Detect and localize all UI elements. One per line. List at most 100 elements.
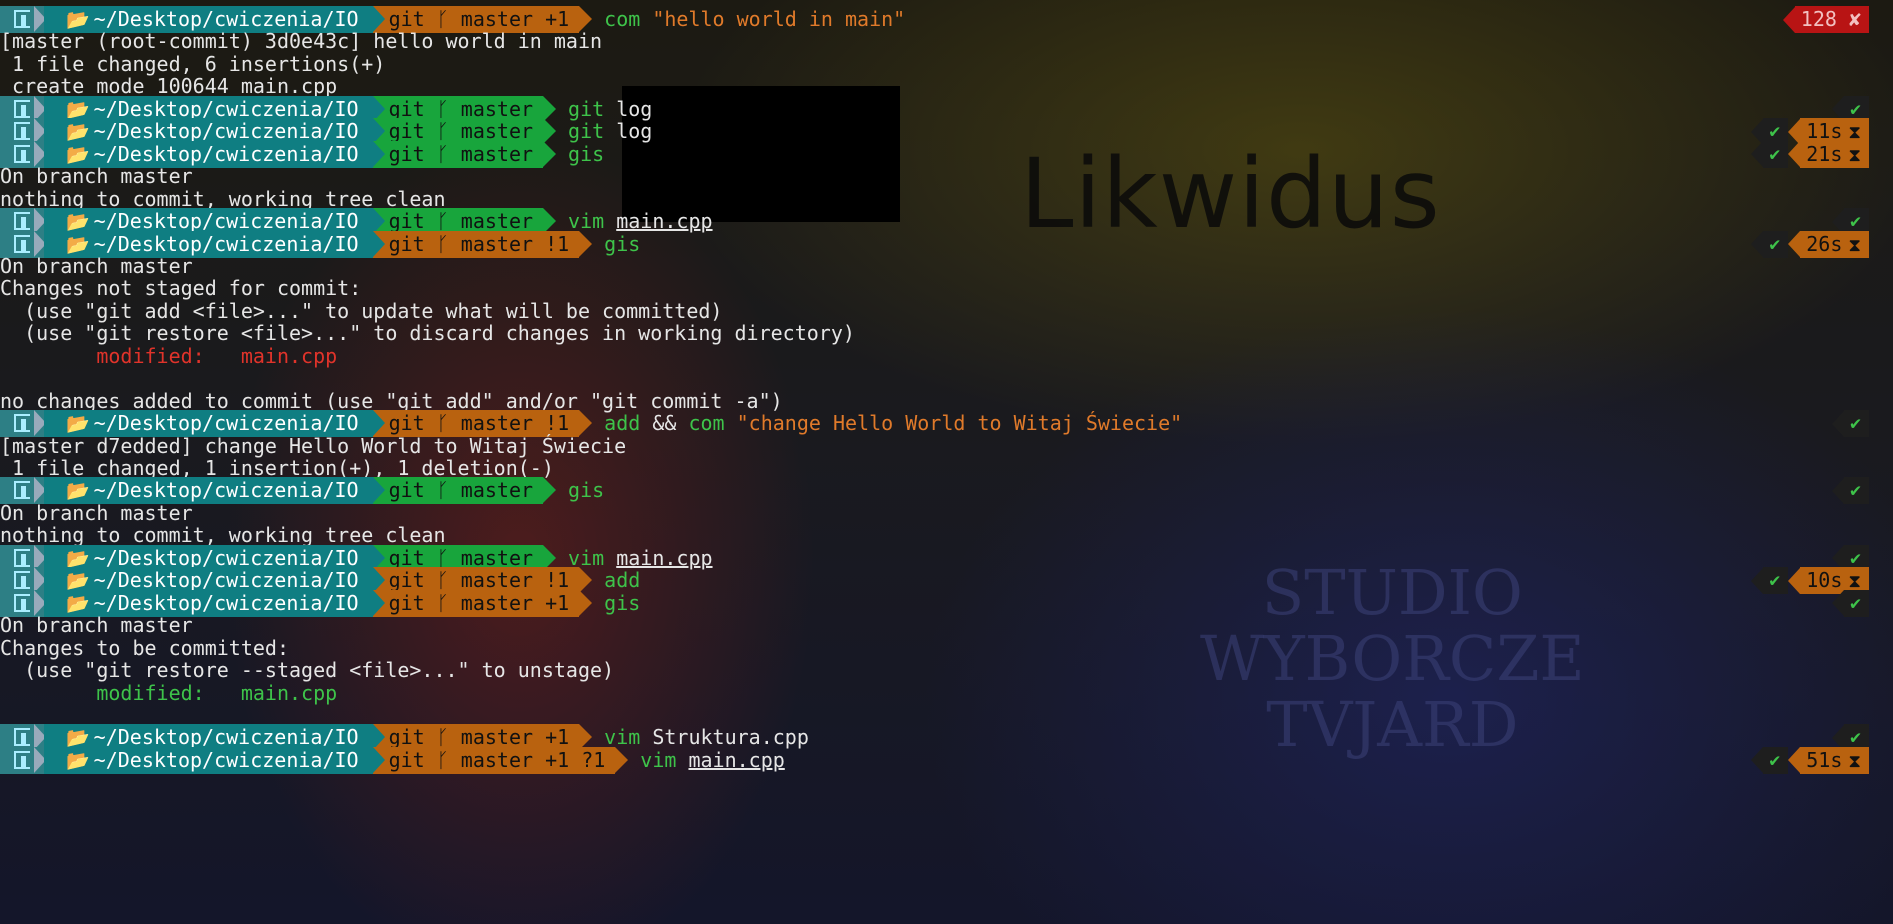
path-text: ~/Desktop/cwiczenia/IO	[93, 478, 359, 503]
branch-name: master +1	[460, 7, 570, 31]
manjaro-icon	[14, 234, 30, 253]
path-text: ~/Desktop/cwiczenia/IO	[93, 590, 359, 615]
manjaro-icon	[14, 144, 30, 163]
branch-name: master	[460, 119, 534, 144]
command-token: com	[688, 411, 737, 436]
command-token: vim	[604, 725, 653, 750]
command-token: "change Hello World to Witaj Świecie"	[736, 411, 1183, 436]
manjaro-icon	[14, 548, 30, 567]
command-token: add	[604, 411, 653, 436]
command-token: vim	[568, 545, 617, 570]
git-label: git	[388, 411, 425, 436]
output-text: On branch master	[0, 613, 193, 638]
terminal-output[interactable]: 📂 ~/Desktop/cwiczenia/IO git ᚴ master +1 co…	[0, 0, 1893, 924]
output-text: nothing to commit, working tree clean	[0, 186, 446, 211]
hourglass-icon: ⧗	[1848, 750, 1861, 772]
output-text: [master (root-commit) 3d0e43c] hello wor…	[0, 29, 603, 54]
git-label: git	[388, 747, 425, 772]
duration-text: 51s	[1806, 747, 1843, 772]
prompt-arrow	[615, 746, 629, 773]
path-text: ~/Desktop/cwiczenia/IO	[93, 545, 359, 570]
prompt-path: 📂 ~/Desktop/cwiczenia/IO	[44, 746, 373, 774]
duration-text: 10s	[1806, 568, 1843, 593]
git-status: git ᚴ master +1 ?1	[372, 746, 616, 774]
command-token: com	[604, 7, 653, 31]
command-token: &&	[652, 411, 689, 436]
command-token: git	[568, 96, 617, 121]
command-token: add	[604, 568, 641, 593]
path-text: ~/Desktop/cwiczenia/IO	[93, 7, 359, 31]
output-text: On branch master	[0, 164, 193, 189]
branch-name: master	[460, 141, 534, 166]
output-text: Changes to be committed:	[0, 635, 289, 660]
branch-icon: ᚴ	[424, 96, 461, 121]
git-label: git	[388, 231, 425, 256]
branch-name: master +1 ?1	[460, 747, 606, 772]
command-token: vim	[640, 747, 689, 772]
path-text: ~/Desktop/cwiczenia/IO	[93, 119, 359, 144]
path-text: ~/Desktop/cwiczenia/IO	[93, 96, 359, 121]
git-label: git	[388, 545, 425, 570]
output-text: 1 file changed, 1 insertion(+), 1 deleti…	[0, 456, 554, 480]
manjaro-icon	[14, 212, 30, 231]
branch-icon: ᚴ	[424, 545, 461, 570]
branch-icon: ᚴ	[424, 119, 461, 144]
output-text: modified: main.cpp	[0, 680, 338, 705]
path-text: ~/Desktop/cwiczenia/IO	[93, 209, 359, 234]
git-label: git	[388, 478, 425, 503]
output-text: (use "git restore <file>..." to discard …	[0, 321, 855, 346]
command-token: main.cpp	[688, 747, 785, 772]
manjaro-icon	[14, 99, 30, 118]
command-token: git	[568, 119, 617, 144]
path-text: ~/Desktop/cwiczenia/IO	[93, 141, 359, 166]
output-text: (use "git restore --staged <file>..." to…	[0, 658, 615, 683]
command-token: main.cpp	[616, 209, 713, 234]
branch-icon: ᚴ	[424, 590, 461, 615]
branch-name: master	[460, 209, 534, 234]
branch-name: master +1	[460, 725, 570, 750]
output-text: nothing to commit, working tree clean	[0, 523, 446, 548]
manjaro-icon	[14, 122, 30, 141]
output-text: On branch master	[0, 500, 193, 525]
manjaro-icon	[14, 571, 30, 590]
status-separator	[1751, 747, 1764, 774]
check-icon: ✔	[1763, 746, 1789, 774]
branch-icon: ᚴ	[424, 7, 461, 31]
duration-text: 26s	[1806, 231, 1843, 256]
branch-name: master +1	[460, 590, 570, 615]
git-label: git	[388, 7, 425, 31]
branch-icon: ᚴ	[424, 725, 461, 750]
git-label: git	[388, 119, 425, 144]
duration-badge: 51s ⧗	[1800, 746, 1869, 774]
branch-name: master !1	[460, 411, 570, 436]
output-text: [master d7edded] change Hello World to W…	[0, 433, 627, 458]
command-token: gis	[568, 478, 605, 503]
command-token: Struktura.cpp	[652, 725, 809, 750]
branch-name: master !1	[460, 568, 570, 593]
time-separator	[1788, 747, 1801, 774]
manjaro-icon	[14, 728, 30, 747]
command-token: log	[616, 119, 653, 144]
branch-name: master	[460, 545, 534, 570]
command-token: gis	[604, 590, 641, 615]
branch-icon: ᚴ	[424, 478, 461, 503]
output-text: create mode 100644 main.cpp	[0, 74, 338, 99]
duration-text: 21s	[1806, 141, 1843, 166]
output-text: On branch master	[0, 253, 193, 278]
command-token: gis	[568, 141, 605, 166]
manjaro-icon	[14, 414, 30, 433]
git-label: git	[388, 96, 425, 121]
command-token: main.cpp	[616, 545, 713, 570]
path-text: ~/Desktop/cwiczenia/IO	[93, 231, 359, 256]
git-label: git	[388, 209, 425, 234]
manjaro-icon	[14, 10, 30, 28]
os-logo-icon	[0, 746, 46, 774]
branch-icon: ᚴ	[424, 568, 461, 593]
branch-icon: ᚴ	[424, 141, 461, 166]
branch-name: master	[460, 478, 534, 503]
branch-icon: ᚴ	[424, 231, 461, 256]
path-text: ~/Desktop/cwiczenia/IO	[93, 411, 359, 436]
git-label: git	[388, 568, 425, 593]
output-text: 1 file changed, 6 insertions(+)	[0, 51, 386, 76]
branch-name: master	[460, 96, 534, 121]
